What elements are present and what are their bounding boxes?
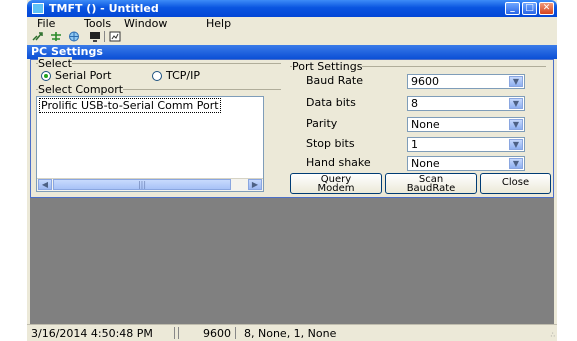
minimize-button[interactable]: _ — [505, 2, 520, 15]
stop-bits-label: Stop bits — [306, 137, 355, 150]
parity-select[interactable]: None ▼ — [407, 117, 525, 132]
stop-bits-select[interactable]: 1 ▼ — [407, 137, 525, 152]
serial-port-radio[interactable] — [41, 71, 51, 81]
status-datetime: 3/16/2014 4:50:48 PM — [31, 327, 153, 340]
title-bar[interactable]: TMFT () - Untitled _ □ ✕ — [27, 0, 557, 17]
monitor-icon[interactable] — [89, 31, 101, 42]
menu-tools[interactable]: Tools — [84, 17, 111, 30]
tcpip-label[interactable]: TCP/IP — [166, 69, 200, 82]
comport-group-label: Select Comport — [38, 83, 124, 96]
chevron-down-icon[interactable]: ▼ — [509, 139, 523, 150]
toolbar-separator — [104, 31, 105, 42]
chevron-down-icon[interactable]: ▼ — [509, 158, 523, 169]
baud-rate-select[interactable]: 9600 ▼ — [407, 74, 525, 89]
chevron-down-icon[interactable]: ▼ — [509, 76, 523, 87]
port-settings-label: Port Settings — [292, 60, 363, 73]
hand-shake-value: None — [411, 157, 440, 170]
app-window: TMFT () - Untitled _ □ ✕ File Tools Wind… — [27, 0, 557, 341]
status-divider — [174, 327, 175, 339]
resize-grip-icon[interactable]: ∴ — [551, 331, 555, 339]
hand-shake-label: Hand shake — [306, 156, 371, 169]
chevron-down-icon[interactable]: ▼ — [509, 119, 523, 130]
menu-help[interactable]: Help — [206, 17, 231, 30]
parity-label: Parity — [306, 117, 338, 130]
window-title: TMFT () - Untitled — [49, 2, 159, 15]
maximize-button[interactable]: □ — [522, 2, 537, 15]
scroll-left-button[interactable]: ◀ — [38, 179, 52, 190]
toolbar — [27, 30, 557, 43]
link-icon[interactable] — [32, 31, 44, 42]
scroll-right-button[interactable]: ▶ — [248, 179, 262, 190]
baud-rate-label: Baud Rate — [306, 74, 363, 87]
data-bits-value: 8 — [411, 97, 418, 110]
tcpip-radio[interactable] — [152, 71, 162, 81]
scroll-thumb[interactable]: ||| — [53, 179, 231, 190]
horizontal-scrollbar[interactable]: ◀ ||| ▶ — [37, 178, 263, 191]
status-divider — [178, 327, 179, 339]
menu-window[interactable]: Window — [124, 17, 167, 30]
baud-rate-value: 9600 — [411, 75, 439, 88]
stop-bits-value: 1 — [411, 138, 418, 151]
data-bits-label: Data bits — [306, 96, 356, 109]
status-baud: 9600 — [203, 327, 231, 340]
close-button[interactable]: Close — [480, 173, 551, 194]
hand-shake-select[interactable]: None ▼ — [407, 156, 525, 171]
chart-icon[interactable] — [109, 31, 121, 42]
app-icon — [32, 3, 44, 14]
comport-listbox[interactable]: Prolific USB-to-Serial Comm Port ◀ ||| ▶ — [36, 96, 264, 192]
list-item[interactable]: Prolific USB-to-Serial Comm Port — [39, 98, 221, 113]
mdi-workspace — [30, 198, 554, 324]
close-window-button[interactable]: ✕ — [539, 2, 554, 15]
menu-file[interactable]: File — [37, 17, 55, 30]
status-format: 8, None, 1, None — [244, 327, 337, 340]
menu-bar: File Tools Window Help — [27, 17, 557, 30]
parity-value: None — [411, 118, 440, 131]
globe-icon[interactable] — [68, 31, 80, 42]
status-bar: 3/16/2014 4:50:48 PM 9600 8, None, 1, No… — [27, 324, 557, 341]
data-bits-select[interactable]: 8 ▼ — [407, 96, 525, 111]
chevron-down-icon[interactable]: ▼ — [509, 98, 523, 109]
tree-icon[interactable] — [50, 31, 62, 42]
select-group-border — [36, 63, 281, 64]
status-divider — [235, 327, 236, 339]
query-modem-button[interactable]: Query Modem — [290, 173, 382, 194]
dialog-title-bar: PC Settings — [27, 45, 557, 59]
scan-baudrate-button[interactable]: Scan BaudRate — [385, 173, 477, 194]
serial-port-label[interactable]: Serial Port — [55, 69, 111, 82]
